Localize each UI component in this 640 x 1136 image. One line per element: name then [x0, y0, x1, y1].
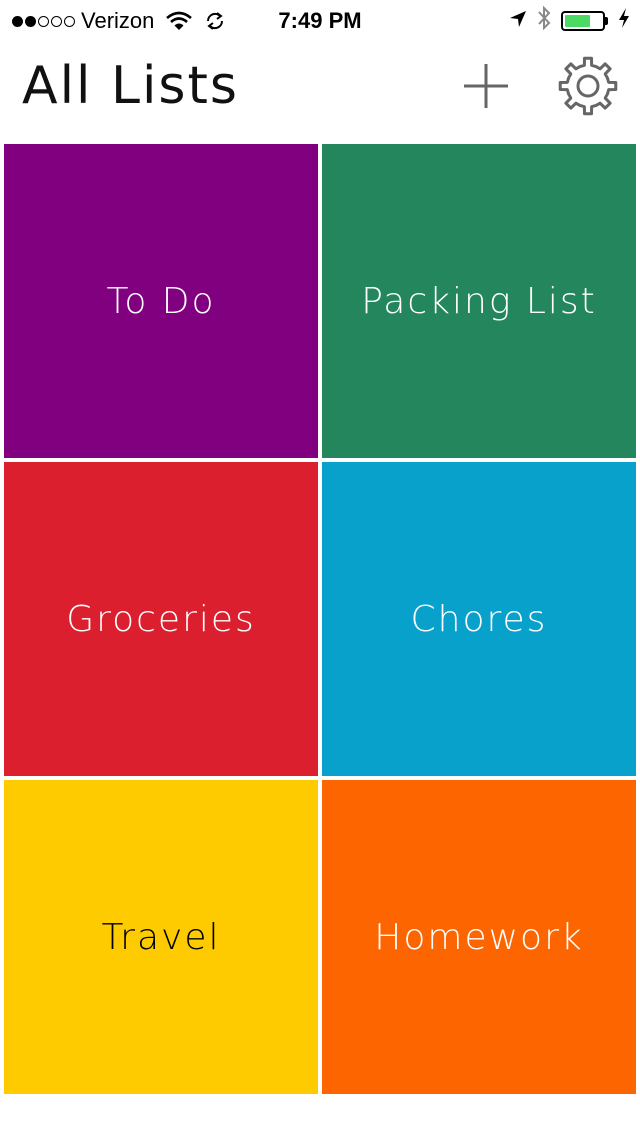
battery-fill [565, 15, 591, 27]
list-tile-label: Homework [374, 916, 584, 958]
list-tile-label: Packing List [361, 280, 597, 322]
settings-button[interactable] [556, 54, 620, 118]
battery-icon [561, 11, 608, 31]
wifi-icon [166, 11, 193, 31]
list-tile-label: To Do [106, 280, 216, 322]
plus-icon [464, 64, 508, 108]
status-bar: Verizon 7:49 PM [0, 0, 640, 40]
add-list-button[interactable] [460, 60, 512, 112]
list-tile[interactable]: Homework [322, 780, 636, 1094]
carrier-name: Verizon [81, 8, 155, 33]
bluetooth-icon [537, 5, 551, 36]
status-left: Verizon [12, 8, 238, 34]
battery-tip [605, 17, 608, 25]
gear-icon [558, 56, 618, 116]
battery-body [561, 11, 605, 31]
list-tile[interactable]: Travel [4, 780, 318, 1094]
location-arrow-icon [509, 8, 527, 34]
signal-dot [38, 15, 49, 27]
list-tile-label: Chores [410, 598, 548, 640]
page-title: All Lists [22, 56, 239, 116]
list-tile[interactable]: Packing List [322, 144, 636, 458]
signal-dot [25, 15, 36, 27]
charging-bolt-icon [618, 7, 630, 35]
sync-icon [204, 10, 226, 32]
list-tile-label: Groceries [66, 598, 256, 640]
signal-dot [64, 15, 75, 27]
list-tile[interactable]: To Do [4, 144, 318, 458]
header: All Lists [0, 40, 640, 140]
list-tile[interactable]: Groceries [4, 462, 318, 776]
list-grid: To Do Packing List Groceries Chores Travel Ho… [4, 144, 636, 1094]
list-tile-label: Travel [101, 916, 221, 958]
signal-strength-icon [12, 15, 75, 27]
signal-dot [12, 15, 23, 27]
signal-dot [51, 15, 62, 27]
list-tile[interactable]: Chores [322, 462, 636, 776]
status-right [509, 5, 630, 36]
